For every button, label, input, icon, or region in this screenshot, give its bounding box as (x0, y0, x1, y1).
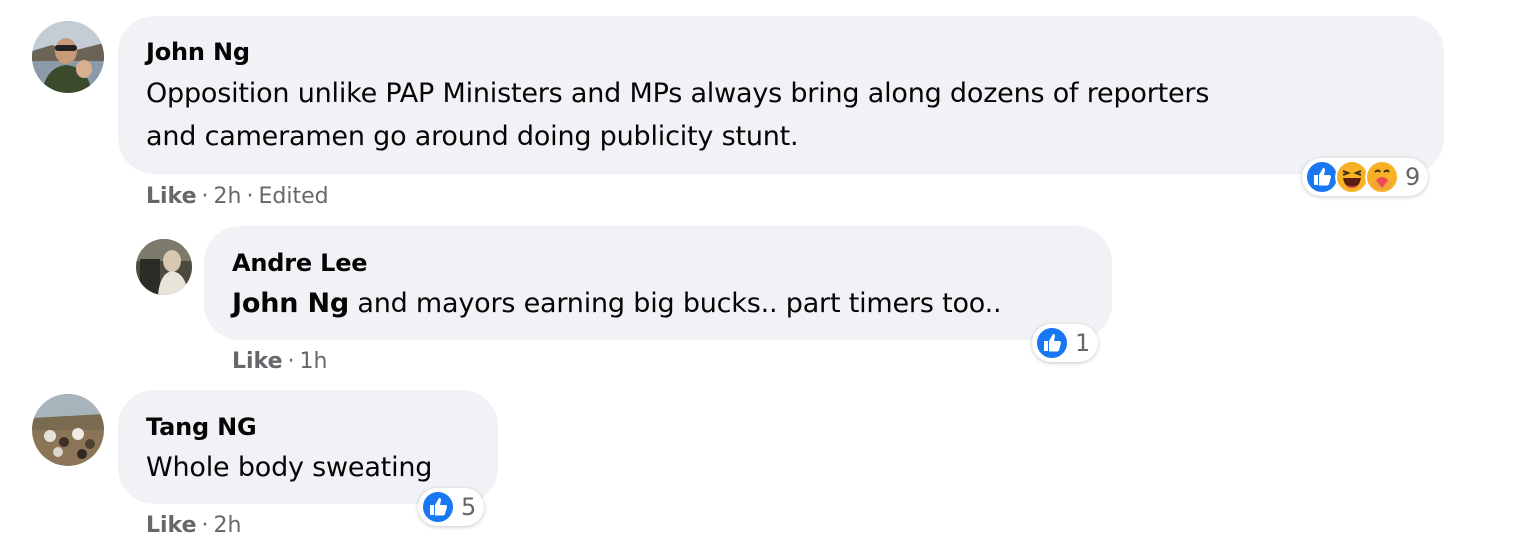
reaction-count: 1 (1075, 329, 1091, 357)
comment-actions: Like · 2h · Edited (146, 183, 329, 211)
comment-author[interactable]: John Ng (146, 37, 250, 67)
avatar-tang-ng[interactable] (32, 394, 104, 466)
reaction-summary[interactable]: 9 (1302, 158, 1429, 196)
comment-time[interactable]: 2h (214, 513, 242, 538)
separator-dot: · (201, 184, 209, 209)
comment-time[interactable]: 1h (300, 349, 328, 374)
comment-actions: Like · 2h (146, 512, 241, 540)
separator-dot: · (287, 349, 295, 374)
mention-link[interactable]: John Ng (232, 288, 349, 319)
like-icon (421, 490, 455, 524)
reaction-count: 5 (461, 493, 477, 521)
comment-author[interactable]: Tang NG (146, 412, 257, 442)
like-button[interactable]: Like (232, 349, 283, 374)
haha-icon (1335, 160, 1369, 194)
care-icon (1365, 160, 1399, 194)
avatar-andre-lee[interactable] (136, 239, 192, 295)
reaction-summary[interactable]: 5 (418, 488, 485, 526)
comment-author[interactable]: Andre Lee (232, 248, 368, 278)
comment-time[interactable]: 2h (214, 184, 242, 209)
like-button[interactable]: Like (146, 513, 197, 538)
separator-dot: · (201, 513, 209, 538)
comment-actions: Like · 1h (232, 348, 327, 376)
comment-text-line: John Ng and mayors earning big bucks.. p… (232, 283, 1002, 324)
comment-text-line: Opposition unlike PAP Ministers and MPs … (146, 78, 1210, 109)
reply-text: and mayors earning big bucks.. part time… (348, 288, 1002, 319)
reaction-summary[interactable]: 1 (1032, 324, 1099, 362)
like-icon (1035, 326, 1069, 360)
comment-text-line: and cameramen go around doing publicity … (146, 121, 799, 152)
like-icon (1305, 160, 1339, 194)
separator-dot: · (246, 184, 254, 209)
avatar-john-ng[interactable] (32, 21, 104, 93)
reaction-count: 9 (1405, 163, 1421, 191)
comment-text: Whole body sweating (146, 452, 433, 483)
like-button[interactable]: Like (146, 184, 197, 209)
edited-label[interactable]: Edited (258, 184, 328, 209)
